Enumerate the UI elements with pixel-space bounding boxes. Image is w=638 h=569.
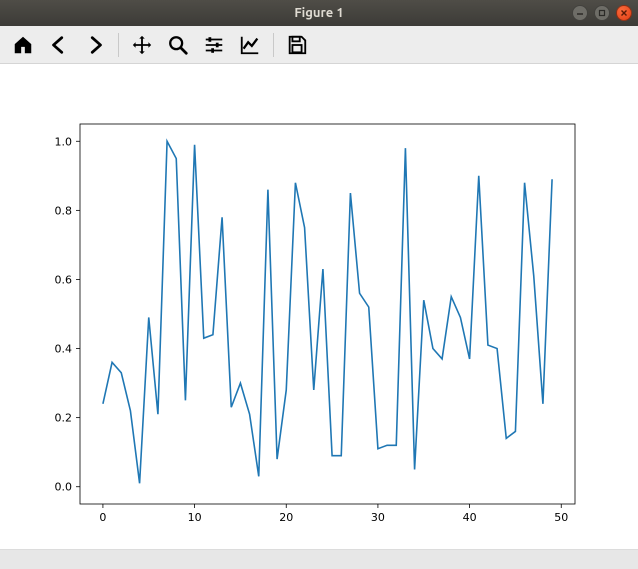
x-tick-label: 30 [371, 511, 385, 524]
x-tick-label: 0 [99, 511, 106, 524]
y-tick-label: 0.0 [55, 481, 73, 494]
toolbar-separator [118, 33, 119, 57]
chart-line-icon [239, 34, 261, 56]
window-controls [572, 5, 632, 21]
maximize-icon [598, 9, 606, 17]
back-button[interactable] [42, 29, 76, 61]
x-tick-label: 20 [279, 511, 293, 524]
sliders-icon [203, 34, 225, 56]
toolbar [0, 26, 638, 64]
configure-subplots-button[interactable] [197, 29, 231, 61]
x-tick-label: 10 [188, 511, 202, 524]
close-icon [620, 9, 628, 17]
maximize-button[interactable] [594, 5, 610, 21]
forward-button[interactable] [78, 29, 112, 61]
x-tick-label: 50 [554, 511, 568, 524]
y-tick-label: 0.6 [55, 273, 73, 286]
move-icon [131, 34, 153, 56]
save-icon [286, 34, 308, 56]
plot-svg: 0 10 20 30 40 50 0.0 0.2 0.4 0.6 0.8 1.0 [0, 64, 638, 549]
window-title: Figure 1 [294, 6, 343, 20]
minimize-icon [576, 9, 584, 17]
minimize-button[interactable] [572, 5, 588, 21]
arrow-left-icon [48, 34, 70, 56]
pan-button[interactable] [125, 29, 159, 61]
zoom-button[interactable] [161, 29, 195, 61]
y-tick-label: 0.2 [55, 412, 73, 425]
magnify-icon [167, 34, 189, 56]
save-button[interactable] [280, 29, 314, 61]
y-tick-label: 0.4 [55, 343, 73, 356]
home-button[interactable] [6, 29, 40, 61]
toolbar-separator [273, 33, 274, 57]
plot-canvas[interactable]: 0 10 20 30 40 50 0.0 0.2 0.4 0.6 0.8 1.0 [0, 64, 638, 549]
edit-axis-button[interactable] [233, 29, 267, 61]
arrow-right-icon [84, 34, 106, 56]
y-tick-label: 0.8 [55, 204, 73, 217]
figure-window: Figure 1 [0, 0, 638, 569]
x-tick-label: 40 [463, 511, 477, 524]
titlebar: Figure 1 [0, 0, 638, 26]
y-tick-label: 1.0 [55, 135, 73, 148]
data-series-line [103, 141, 552, 483]
statusbar [0, 549, 638, 569]
home-icon [12, 34, 34, 56]
close-button[interactable] [616, 5, 632, 21]
